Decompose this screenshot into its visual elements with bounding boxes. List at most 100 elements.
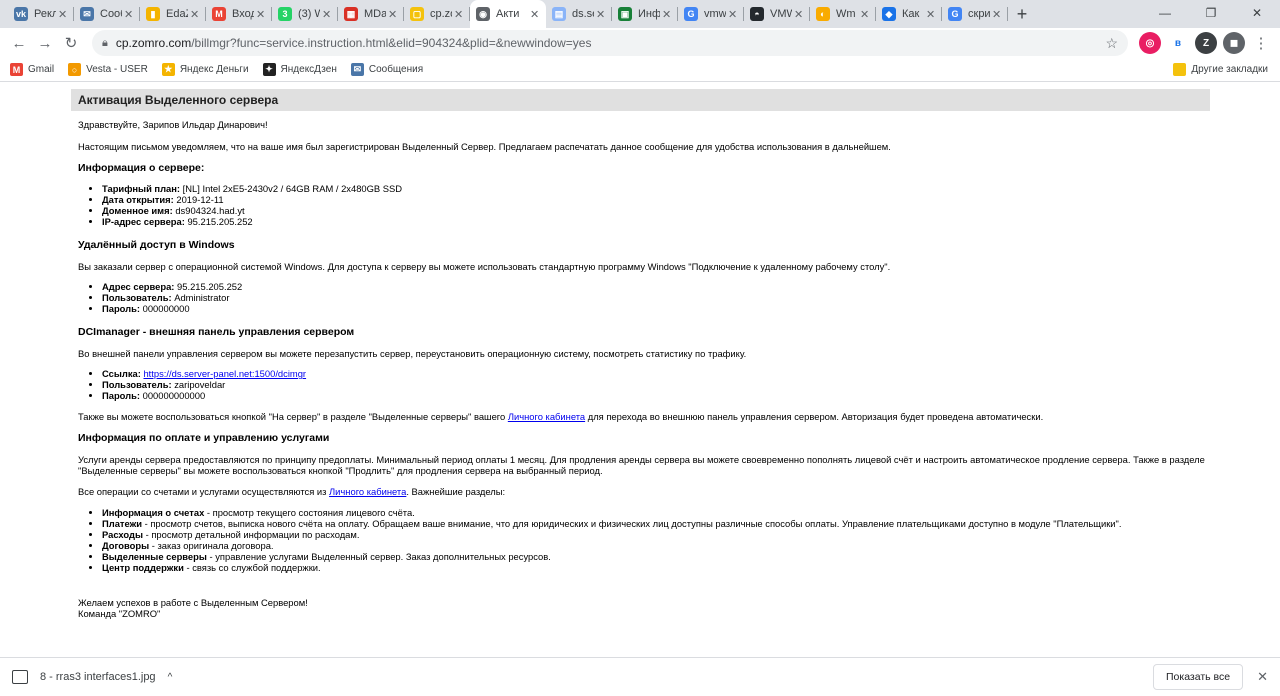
yandex-money-icon: ★ [161, 63, 175, 76]
ext-z-icon[interactable]: Z [1195, 32, 1217, 54]
close-window-button[interactable]: ✕ [1234, 0, 1280, 26]
tab-close-icon[interactable]: ✕ [58, 8, 68, 21]
bookmark-2[interactable]: ★ Яндекс Деньги [161, 63, 249, 76]
profile-avatar[interactable]: ◼ [1223, 32, 1245, 54]
dci-link-label: Ссылка: [102, 368, 141, 379]
item-label: IP-адрес сервера: [102, 216, 185, 227]
rdp-text: Вы заказали сервер с операционной систем… [78, 261, 891, 272]
item-label: Пароль: [102, 303, 141, 314]
tab-title: Акти [496, 8, 520, 20]
tab-close-icon[interactable]: ✕ [596, 8, 606, 21]
show-all-downloads-button[interactable]: Показать все [1152, 664, 1244, 690]
bookmarks-bar: M Gmail ○ Vesta - USER ★ Яндекс Деньги ✦ Яндекс… [0, 58, 1280, 82]
item-value: ds904324.had.yt [172, 205, 245, 216]
ext-b-icon[interactable]: в [1167, 32, 1189, 54]
item-label: Пользователь: [102, 292, 172, 303]
dci-panel-link[interactable]: https://ds.server-panel.net:1500/dcimgr [143, 368, 306, 379]
tab-13[interactable]: ◆ Как ✕ [876, 0, 942, 28]
wm-icon: ◐ [816, 7, 830, 21]
page-viewport: Активация Выделенного сервера Здравствуй… [0, 83, 1280, 656]
list-item: Дата открытия: 2019-12-11 [102, 194, 1210, 205]
bookmark-0[interactable]: M Gmail [10, 63, 54, 76]
chevron-up-icon[interactable]: ^ [168, 672, 173, 683]
item-value: 000000000 [140, 303, 190, 314]
download-item[interactable]: 8 - rras3 interfaces1.jpg ^ [12, 670, 172, 684]
tab-7[interactable]: ◉ Акти ✕ [470, 0, 546, 28]
ext-circle-icon[interactable]: ◎ [1139, 32, 1161, 54]
tab-close-icon[interactable]: ✕ [256, 8, 266, 21]
item-value: 2019-12-11 [173, 194, 224, 205]
tab-11[interactable]: ◓ VMW ✕ [744, 0, 810, 28]
bookmark-1[interactable]: ○ Vesta - USER [68, 63, 148, 76]
item-label: Центр поддержки [102, 562, 184, 573]
bookmark-label: Vesta - USER [86, 64, 148, 75]
tab-close-icon[interactable]: ✕ [992, 8, 1002, 21]
tab-close-icon[interactable]: ✕ [860, 8, 870, 21]
tab-close-icon[interactable]: ✕ [124, 8, 134, 21]
tab-strip: vkРекл✕✉Сооб✕▮EdaZ✕MВход✕3(3) W✕▦MDa✕▢cp… [0, 0, 1280, 28]
tab-close-icon[interactable]: ✕ [662, 8, 672, 21]
tab-8[interactable]: ▤ ds.se✕ [546, 0, 612, 28]
maximize-button[interactable]: ❐ [1188, 0, 1234, 26]
folder-icon: ▢ [410, 7, 424, 21]
tab-4[interactable]: 3 (3) W ✕ [272, 0, 338, 28]
list-item: Выделенные серверы - управление услугами… [102, 551, 1210, 562]
tab-close-icon[interactable]: ✕ [454, 8, 464, 21]
tab-9[interactable]: ▣ Инф ✕ [612, 0, 678, 28]
vesta-icon: ○ [68, 63, 82, 76]
item-label: Доменное имя: [102, 205, 173, 216]
google-icon: G [948, 7, 962, 21]
intro-text: Настоящим письмом уведомляем, что на ваш… [78, 141, 891, 152]
item-value: - связь со службой поддержки. [183, 562, 321, 573]
other-bookmarks[interactable]: Другие закладки [1173, 63, 1268, 76]
reload-button[interactable]: ↻ [58, 30, 84, 56]
item-value: 95.215.205.252 [174, 281, 243, 292]
tab-0[interactable]: vk Рекл ✕ [8, 0, 74, 28]
dci-pass-value: 000000000000 [140, 390, 206, 401]
tab-title: EdaZ [166, 8, 188, 20]
tab-2[interactable]: ▮ EdaZ✕ [140, 0, 206, 28]
dci-user-value: zaripoveldar [171, 379, 226, 390]
bookmark-4[interactable]: ✉ Сообщения [350, 63, 423, 76]
tab-title: скри [968, 8, 990, 20]
item-value: Administrator [171, 292, 230, 303]
tab-close-icon[interactable]: ✕ [728, 8, 738, 21]
cabinet-link-2[interactable]: Личного кабинета [329, 486, 406, 497]
item-label: Выделенные серверы [102, 551, 207, 562]
cabinet-link[interactable]: Личного кабинета [508, 411, 585, 422]
tab-title: (3) W [298, 8, 320, 20]
tab-5[interactable]: ▦ MDa ✕ [338, 0, 404, 28]
tab-14[interactable]: Gскри ✕ [942, 0, 1008, 28]
dci-extra-text: Также вы можете воспользоваться кнопкой … [78, 411, 1210, 422]
bookmark-3[interactable]: ✦ ЯндексДзен [262, 63, 337, 76]
vk-icon: vk [14, 7, 28, 21]
chart-icon: ▮ [146, 7, 160, 21]
address-bar[interactable]: 🔒︎ cp.zomro.com/billmgr?func=service.ins… [92, 30, 1128, 56]
back-button[interactable]: ← [6, 30, 32, 56]
tab-close-icon[interactable]: ✕ [322, 8, 332, 21]
tab-10[interactable]: Gvmw ✕ [678, 0, 744, 28]
tab-close-icon[interactable]: ✕ [926, 8, 936, 21]
bookmark-star-icon[interactable]: ☆ [1105, 35, 1118, 52]
tab-6[interactable]: ▢ cp.zo✕ [404, 0, 470, 28]
forward-button[interactable]: → [32, 30, 58, 56]
tab-3[interactable]: M Вход ✕ [206, 0, 272, 28]
lock-icon[interactable]: 🔒︎ [102, 37, 108, 50]
new-tab-button[interactable]: + [1008, 0, 1036, 28]
tab-1[interactable]: ✉ Сооб✕ [74, 0, 140, 28]
tab-close-icon[interactable]: ✕ [530, 8, 540, 21]
tab-12[interactable]: ◐ Wm ✕ [810, 0, 876, 28]
message-icon: ✉ [350, 63, 364, 76]
tab-close-icon[interactable]: ✕ [190, 8, 200, 21]
rdp-heading: Удалённый доступ в Windows [78, 239, 235, 251]
download-filename: 8 - rras3 interfaces1.jpg [40, 671, 156, 683]
tab-close-icon[interactable]: ✕ [794, 8, 804, 21]
dci-user-label: Пользователь: [102, 379, 172, 390]
list-item: Пароль: 000000000000 [102, 390, 1210, 401]
dci-text: Во внешней панели управления сервером вы… [78, 348, 747, 359]
globe-icon: ◉ [476, 7, 490, 21]
minimize-button[interactable]: — [1142, 0, 1188, 26]
menu-icon[interactable]: ⋮ [1248, 30, 1274, 56]
tab-close-icon[interactable]: ✕ [388, 8, 398, 21]
close-downloads-icon[interactable]: ✕ [1257, 669, 1268, 685]
